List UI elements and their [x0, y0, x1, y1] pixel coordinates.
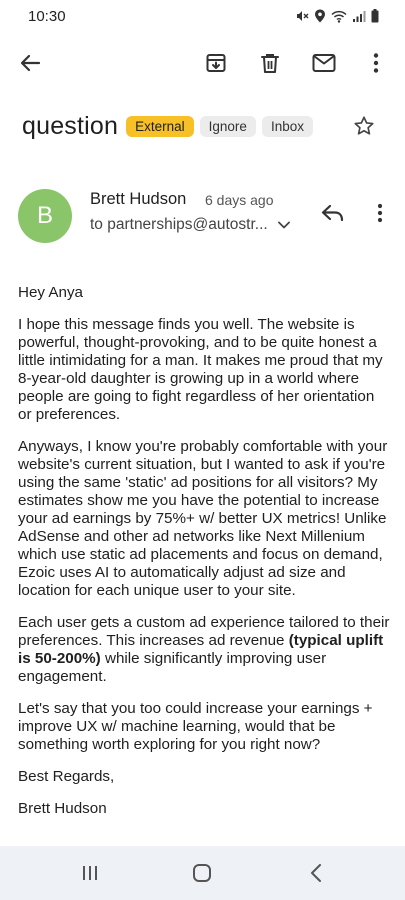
mail-icon	[312, 54, 336, 72]
system-nav-bar	[0, 846, 405, 900]
body-paragraph: Anyways, I know you're probably comforta…	[18, 438, 388, 599]
body-closing: Best Regards,	[18, 768, 115, 785]
label-inbox[interactable]: Inbox	[261, 115, 313, 137]
chevron-down-icon	[277, 221, 290, 229]
body-paragraph: Each user gets a custom ad experience ta…	[18, 614, 390, 686]
back-arrow-icon	[20, 54, 41, 72]
subject-row: question External Ignore Inbox	[22, 106, 392, 146]
home-icon	[193, 864, 211, 882]
label-external[interactable]: External	[126, 115, 194, 137]
recipient-details[interactable]: to partnerships@autostr...	[90, 216, 290, 234]
message-more-button[interactable]	[366, 198, 394, 228]
recipient-text: to partnerships@autostr...	[90, 216, 268, 233]
body-paragraph: I hope this message finds you well. The …	[18, 316, 383, 423]
sent-time: 6 days ago	[205, 192, 274, 208]
reply-icon	[321, 204, 344, 222]
status-icons	[295, 9, 379, 23]
wifi-icon	[331, 10, 347, 23]
status-time: 10:30	[28, 7, 66, 25]
back-nav-icon	[311, 864, 321, 882]
email-body: Hey Anya I hope this message finds you w…	[18, 284, 390, 832]
reply-button[interactable]	[316, 198, 350, 228]
sender-avatar[interactable]: B	[18, 189, 72, 243]
battery-icon	[371, 9, 379, 23]
body-paragraph: Let's say that you too could increase yo…	[18, 700, 373, 753]
email-toolbar	[0, 40, 405, 86]
mute-icon	[297, 11, 309, 21]
star-icon	[354, 116, 374, 135]
star-button[interactable]	[350, 112, 378, 140]
more-options-button[interactable]	[354, 40, 398, 86]
email-subject: question	[22, 111, 119, 140]
recents-button[interactable]	[60, 856, 120, 890]
archive-button[interactable]	[194, 40, 238, 86]
recents-icon	[83, 866, 97, 880]
signal-icon	[353, 10, 366, 22]
home-button[interactable]	[172, 856, 232, 890]
more-vert-icon	[377, 203, 383, 223]
location-icon	[315, 9, 325, 23]
body-greeting: Hey Anya	[18, 284, 84, 301]
more-vert-icon	[373, 53, 379, 73]
delete-button[interactable]	[248, 40, 292, 86]
status-bar: 10:30	[0, 0, 405, 32]
system-back-button[interactable]	[286, 856, 346, 890]
sender-name: Brett Hudson	[90, 190, 187, 208]
archive-icon	[206, 54, 226, 72]
body-signature: Brett Hudson	[18, 800, 107, 817]
delete-icon	[261, 54, 279, 73]
back-button[interactable]	[8, 40, 52, 86]
mark-unread-button[interactable]	[302, 40, 346, 86]
label-ignore[interactable]: Ignore	[199, 115, 256, 137]
